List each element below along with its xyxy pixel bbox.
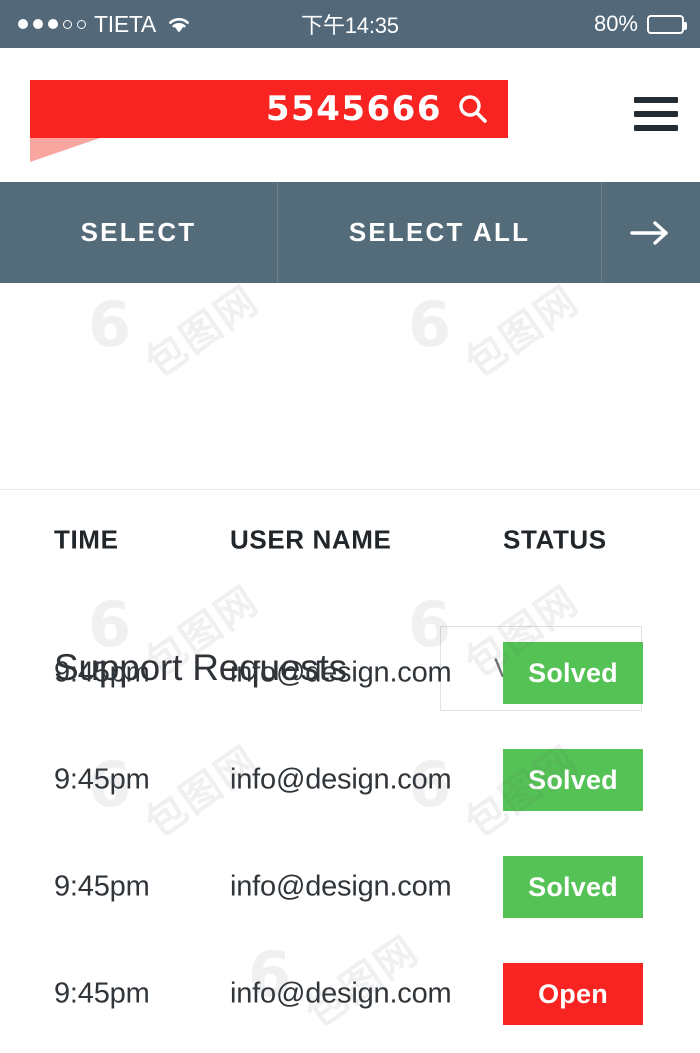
search-banner-area: 5545666 bbox=[0, 48, 700, 182]
section-header: Support Requests View All bbox=[0, 283, 700, 711]
status-bar: TIETA 下午14:35 80% bbox=[0, 0, 700, 48]
tab-select[interactable]: SELECT bbox=[0, 182, 277, 283]
status-badge[interactable]: Solved bbox=[503, 642, 643, 704]
clock-label: 下午14:35 bbox=[301, 13, 399, 38]
status-badge[interactable]: Open bbox=[503, 963, 643, 1025]
cell-user-name: info@design.com bbox=[230, 656, 452, 689]
search-ribbon[interactable]: 5545666 bbox=[30, 80, 508, 138]
tab-select-all-label: SELECT ALL bbox=[348, 217, 531, 247]
tab-select-label: SELECT bbox=[80, 217, 197, 247]
next-arrow-button[interactable] bbox=[601, 182, 700, 283]
arrow-right-icon bbox=[630, 220, 668, 245]
battery-icon bbox=[647, 14, 687, 34]
status-badge[interactable]: Solved bbox=[503, 749, 643, 811]
status-bar-right: 80% bbox=[593, 0, 687, 48]
hamburger-menu-icon[interactable] bbox=[634, 97, 678, 131]
cell-user-name: info@design.com bbox=[230, 763, 452, 796]
selection-toolbar: SELECT SELECT ALL bbox=[0, 182, 700, 283]
search-input[interactable]: 5545666 bbox=[266, 89, 442, 129]
status-badge[interactable]: Solved bbox=[503, 856, 643, 918]
table-header-row: TIME USER NAME STATUS bbox=[0, 490, 700, 597]
tab-select-all[interactable]: SELECT ALL bbox=[277, 182, 601, 283]
table-row[interactable]: 9:45pm info@design.com Open bbox=[0, 941, 700, 1048]
cell-time: 9:45pm bbox=[54, 977, 150, 1010]
battery-percent-label: 80% bbox=[593, 11, 638, 36]
table-row[interactable]: 9:45pm info@design.com Solved bbox=[0, 727, 700, 834]
cell-user-name: info@design.com bbox=[230, 977, 452, 1010]
table-row[interactable]: 9:45pm info@design.com Solved bbox=[0, 620, 700, 727]
column-header-time: TIME bbox=[54, 524, 119, 555]
table-row[interactable]: 9:45pm info@design.com Solved bbox=[0, 834, 700, 941]
cell-time: 9:45pm bbox=[54, 763, 150, 796]
column-header-user-name: USER NAME bbox=[230, 524, 392, 555]
cell-user-name: info@design.com bbox=[230, 870, 452, 903]
cell-time: 9:45pm bbox=[54, 870, 150, 903]
cell-time: 9:45pm bbox=[54, 656, 150, 689]
search-icon[interactable] bbox=[456, 92, 490, 126]
column-header-status: STATUS bbox=[503, 524, 607, 555]
ribbon-fold-decoration bbox=[30, 138, 100, 162]
